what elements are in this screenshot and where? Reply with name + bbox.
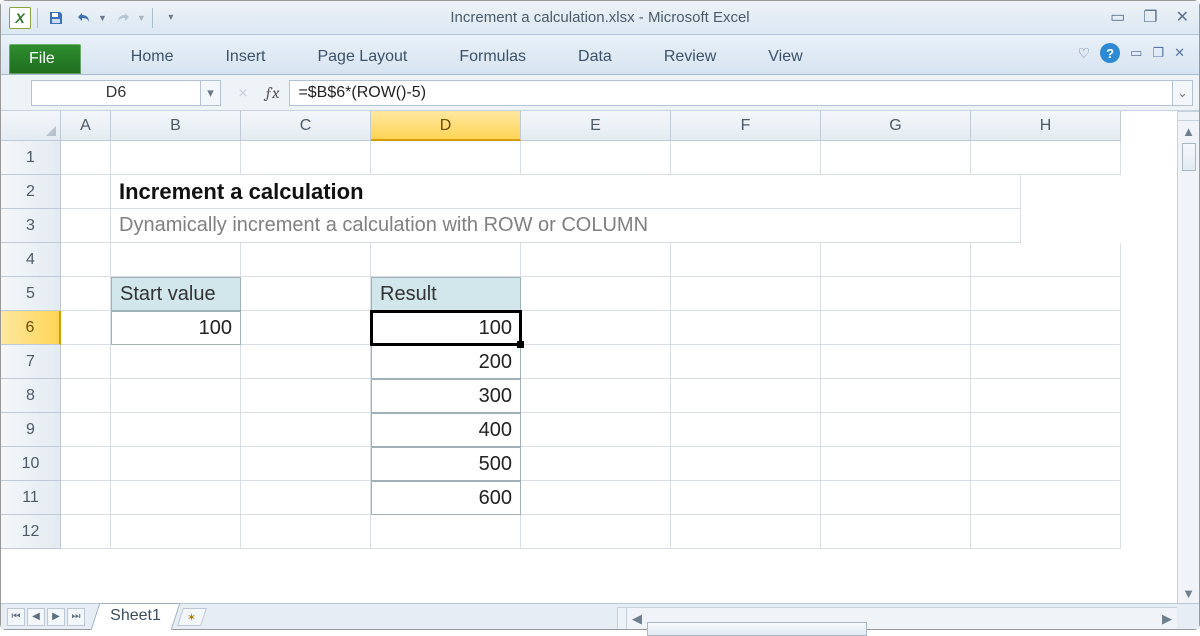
col-header-G[interactable]: G: [821, 111, 971, 141]
row-header-5[interactable]: 5: [1, 277, 61, 311]
window-controls: ▭ ❐ ✕: [1110, 7, 1189, 27]
cell-D6[interactable]: 100: [371, 311, 521, 345]
worksheet-area: A B C D E F G H 1 2 3 4 5 6 7 8 9 10 11 …: [1, 111, 1199, 603]
workbook-restore-button[interactable]: ❐: [1152, 45, 1164, 61]
vertical-scrollbar[interactable]: ▲ ▼: [1177, 111, 1199, 603]
tab-review[interactable]: Review: [638, 40, 742, 74]
col-header-E[interactable]: E: [521, 111, 671, 141]
formula-bar[interactable]: [289, 80, 1173, 106]
formula-bar-expand[interactable]: ⌄: [1173, 80, 1193, 106]
select-all-corner[interactable]: [1, 111, 61, 141]
close-button[interactable]: ✕: [1176, 7, 1189, 27]
qat-customize-button[interactable]: ▾: [159, 6, 183, 30]
col-header-B[interactable]: B: [111, 111, 241, 141]
save-button[interactable]: [44, 6, 68, 30]
cell-D8[interactable]: 300: [371, 379, 521, 413]
new-sheet-button[interactable]: ✶: [177, 608, 207, 626]
tab-page-layout[interactable]: Page Layout: [291, 40, 433, 74]
scroll-left-icon[interactable]: ◀: [627, 611, 647, 627]
v-scroll-thumb[interactable]: [1182, 143, 1196, 171]
sheet-nav-prev[interactable]: ◀: [27, 608, 45, 626]
file-tab[interactable]: File: [9, 44, 81, 74]
restore-button[interactable]: ❐: [1143, 7, 1157, 27]
col-header-A[interactable]: A: [61, 111, 111, 141]
undo-dropdown-icon[interactable]: ▼: [98, 13, 107, 23]
workbook-close-button[interactable]: ✕: [1174, 45, 1185, 61]
name-box-dropdown[interactable]: ▾: [201, 80, 221, 106]
name-box[interactable]: [31, 80, 201, 106]
sheet-nav-last[interactable]: ⏭: [67, 608, 85, 626]
fx-icon[interactable]: ƒx: [265, 84, 279, 102]
tab-view[interactable]: View: [742, 40, 828, 74]
cell-D10[interactable]: 500: [371, 447, 521, 481]
qat-separator: [37, 8, 38, 28]
scroll-up-icon[interactable]: ▲: [1182, 121, 1195, 141]
sheet-nav-buttons: ⏮ ◀ ▶ ⏭: [7, 608, 85, 626]
row-header-3[interactable]: 3: [1, 209, 61, 243]
h-scroll-thumb[interactable]: [647, 622, 867, 636]
ribbon: File Home Insert Page Layout Formulas Da…: [1, 35, 1199, 75]
row-header-9[interactable]: 9: [1, 413, 61, 447]
sheet-title: Increment a calculation: [119, 179, 364, 205]
h-split-handle[interactable]: [617, 608, 627, 629]
redo-dropdown-icon[interactable]: ▼: [137, 13, 146, 23]
sheet-subtitle: Dynamically increment a calculation with…: [119, 214, 648, 237]
excel-logo-icon: X: [9, 7, 31, 29]
undo-button[interactable]: [72, 6, 96, 30]
col-header-C[interactable]: C: [241, 111, 371, 141]
redo-button[interactable]: [111, 6, 135, 30]
row-header-10[interactable]: 10: [1, 447, 61, 481]
tab-data[interactable]: Data: [552, 40, 638, 74]
row-header-12[interactable]: 12: [1, 515, 61, 549]
cancel-formula-icon[interactable]: ⨯: [231, 81, 255, 105]
sheet-tab-sheet1[interactable]: Sheet1: [91, 603, 180, 630]
row-header-6[interactable]: 6: [1, 311, 61, 345]
column-headers: A B C D E F G H: [61, 111, 1121, 141]
qat-separator-2: [152, 8, 153, 28]
help-button[interactable]: ?: [1100, 43, 1120, 63]
sheet-tab-bar: ⏮ ◀ ▶ ⏭ Sheet1 ✶ ◀ ▶: [1, 603, 1199, 629]
title-bar: X ▼ ▼ ▾ Increment a calculation.xlsx - M…: [1, 1, 1199, 35]
ribbon-min-icon[interactable]: ♡: [1078, 45, 1091, 62]
cell-D11[interactable]: 600: [371, 481, 521, 515]
row-header-8[interactable]: 8: [1, 379, 61, 413]
scroll-right-icon[interactable]: ▶: [1157, 611, 1177, 627]
col-header-F[interactable]: F: [671, 111, 821, 141]
quick-access-toolbar: X ▼ ▼ ▾: [1, 6, 183, 30]
cell-D7[interactable]: 200: [371, 345, 521, 379]
v-split-handle[interactable]: [1178, 111, 1199, 121]
cell-grid[interactable]: Increment a calculation Dynamically incr…: [61, 141, 1177, 603]
row-headers: 1 2 3 4 5 6 7 8 9 10 11 12: [1, 141, 61, 549]
cell-D9[interactable]: 400: [371, 413, 521, 447]
row-header-2[interactable]: 2: [1, 175, 61, 209]
row-header-4[interactable]: 4: [1, 243, 61, 277]
ribbon-tools: ♡ ? ▭ ❐ ✕: [1078, 43, 1185, 63]
row-header-11[interactable]: 11: [1, 481, 61, 515]
sheet-nav-next[interactable]: ▶: [47, 608, 65, 626]
minimize-button[interactable]: ▭: [1110, 7, 1125, 27]
sheet-nav-first[interactable]: ⏮: [7, 608, 25, 626]
workbook-minimize-button[interactable]: ▭: [1130, 45, 1142, 61]
tab-insert[interactable]: Insert: [199, 40, 291, 74]
row-header-1[interactable]: 1: [1, 141, 61, 175]
result-header[interactable]: Result: [371, 277, 521, 311]
horizontal-scrollbar[interactable]: ◀ ▶: [617, 607, 1177, 629]
row-header-7[interactable]: 7: [1, 345, 61, 379]
scroll-down-icon[interactable]: ▼: [1182, 583, 1195, 603]
col-header-H[interactable]: H: [971, 111, 1121, 141]
tab-formulas[interactable]: Formulas: [433, 40, 552, 74]
start-value-header[interactable]: Start value: [111, 277, 241, 311]
tab-home[interactable]: Home: [105, 40, 200, 74]
formula-bar-row: ▾ ⨯ ƒx ⌄: [1, 75, 1199, 111]
cell-B6[interactable]: 100: [111, 311, 241, 345]
col-header-D[interactable]: D: [371, 111, 521, 141]
